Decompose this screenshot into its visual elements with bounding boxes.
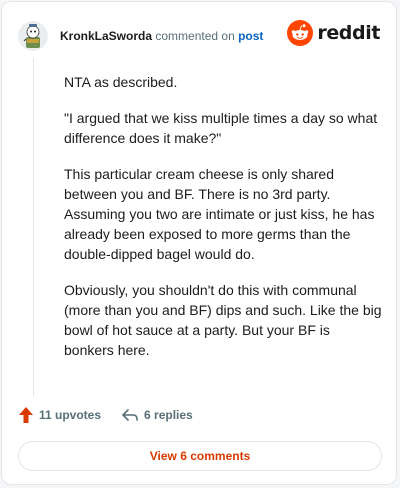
reddit-logo[interactable]: reddit [287,20,380,46]
avatar-icon [18,21,48,51]
byline: KronkLaSworda commented on post [60,28,263,44]
comment-paragraph: Obviously, you shouldn't do this with co… [64,282,382,358]
comment-paragraph: "I argued that we kiss multiple times a … [64,110,378,146]
reply-arrow-icon [122,409,138,421]
post-link[interactable]: post [238,29,263,43]
comment-paragraph: This particular cream cheese is only sha… [64,166,375,262]
thread-line[interactable] [33,58,34,396]
reply-button[interactable]: 6 replies [121,408,193,422]
comment-paragraph: NTA as described. [64,74,178,90]
comment-body: NTA as described. "I argued that we kiss… [64,72,382,376]
comment-card: KronkLaSworda commented on post reddit N… [1,1,397,485]
reddit-wordmark: reddit [317,22,380,44]
comment-header: KronkLaSworda commented on post reddit [18,18,380,54]
upvote-arrow-icon [19,407,33,423]
comment-actions: 11 upvotes 6 replies [18,406,213,424]
commented-on-text: commented on [155,29,235,43]
view-comments-button[interactable]: View 6 comments [18,441,382,471]
upvote-button[interactable]: 11 upvotes [18,406,101,424]
username-link[interactable]: KronkLaSworda [60,29,152,43]
reddit-snoo-icon [287,20,314,46]
reply-count: 6 replies [144,408,193,422]
upvote-count: 11 upvotes [39,408,102,422]
user-avatar[interactable] [18,21,48,51]
